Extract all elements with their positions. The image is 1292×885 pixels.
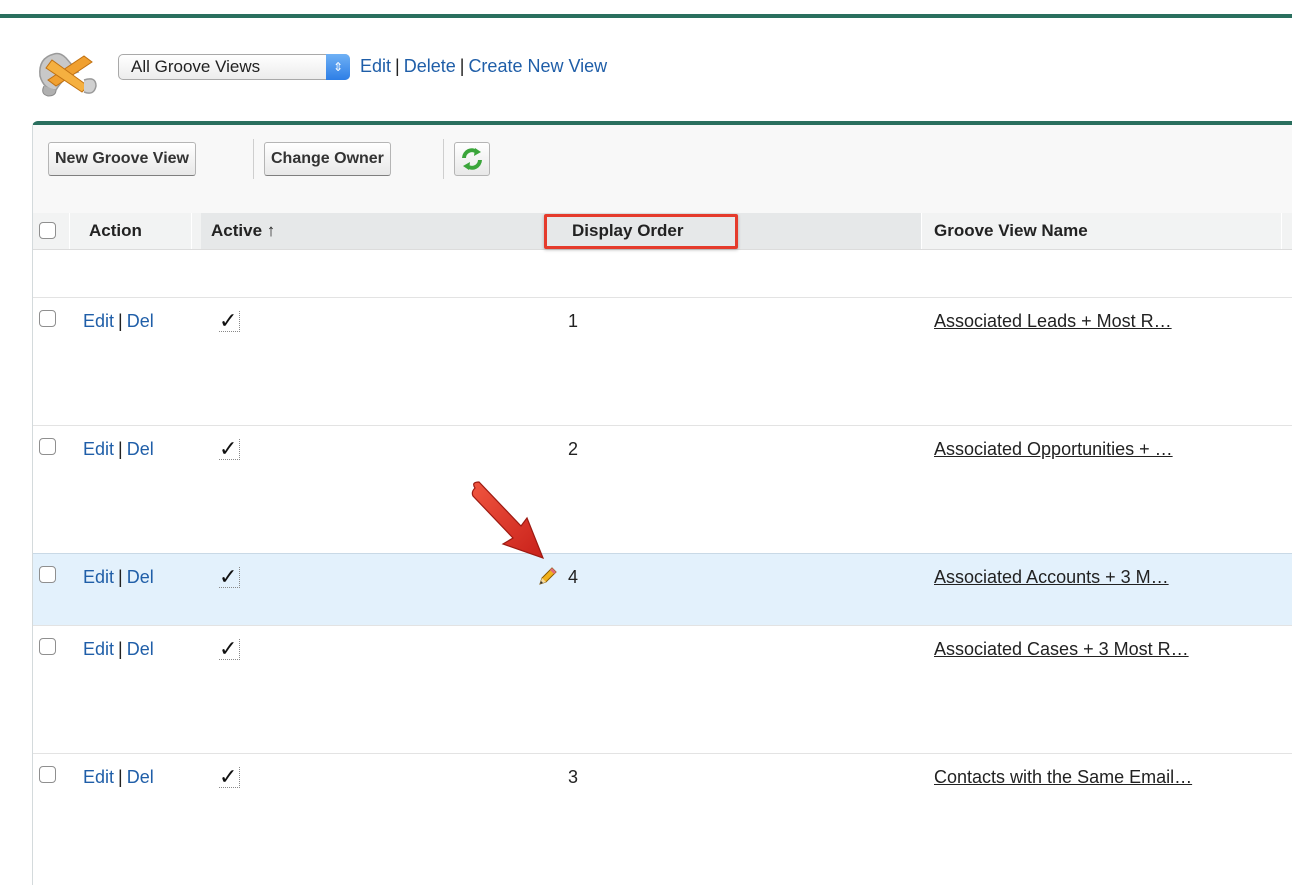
header-divider	[921, 213, 922, 249]
view-select-value: All Groove Views	[131, 57, 261, 76]
action-separator: |	[118, 639, 123, 659]
header-active[interactable]: Active ↑	[211, 213, 275, 249]
row-actions: Edit | Del	[83, 439, 154, 460]
header-divider	[1281, 213, 1282, 249]
header-divider	[191, 213, 192, 249]
button-divider	[253, 139, 254, 179]
groove-view-name-link[interactable]: Associated Cases + 3 Most R…	[934, 639, 1274, 660]
link-separator: |	[459, 56, 465, 76]
refresh-icon	[462, 148, 482, 170]
groove-view-name-link[interactable]: Associated Leads + Most R…	[934, 311, 1274, 332]
edit-view-link[interactable]: Edit	[360, 56, 391, 76]
change-owner-button[interactable]: Change Owner	[264, 142, 391, 176]
button-divider	[443, 139, 444, 179]
active-checkmark-icon: ✓	[219, 638, 240, 660]
red-arrow-icon	[471, 481, 545, 560]
pencil-icon[interactable]	[536, 566, 558, 588]
refresh-button[interactable]	[454, 142, 490, 176]
table-row: Edit | Del ✓ 2 Associated Opportunities + …	[33, 425, 1292, 553]
row-del-link[interactable]: Del	[127, 567, 154, 587]
table-row: Edit | Del ✓ 3 Contacts with the Same Emai…	[33, 753, 1292, 885]
create-new-view-link[interactable]: Create New View	[468, 56, 607, 76]
header-divider	[69, 213, 70, 249]
header-action: Action	[89, 221, 142, 240]
action-separator: |	[118, 567, 123, 587]
view-select[interactable]: All Groove Views ⇕	[118, 54, 350, 80]
row-checkbox[interactable]	[39, 638, 56, 655]
row-checkbox[interactable]	[39, 566, 56, 583]
row-actions: Edit | Del	[83, 311, 154, 332]
table-row: Edit | Del ✓ 1 Associated Leads + Most R…	[33, 297, 1292, 425]
row-edit-link[interactable]: Edit	[83, 767, 114, 787]
delete-view-link[interactable]: Delete	[404, 56, 456, 76]
new-groove-view-button[interactable]: New Groove View	[48, 142, 196, 176]
active-checkmark-icon: ✓	[219, 310, 240, 332]
display-order-value[interactable]: 4	[568, 567, 578, 588]
row-edit-link[interactable]: Edit	[83, 639, 114, 659]
row-del-link[interactable]: Del	[127, 311, 154, 331]
row-edit-link[interactable]: Edit	[83, 311, 114, 331]
action-separator: |	[118, 767, 123, 787]
groove-logo-icon	[39, 52, 97, 97]
row-checkbox[interactable]	[39, 438, 56, 455]
row-edit-link[interactable]: Edit	[83, 567, 114, 587]
active-checkmark-icon: ✓	[219, 566, 240, 588]
groove-view-name-link[interactable]: Contacts with the Same Email…	[934, 767, 1274, 788]
display-order-highlight	[544, 214, 738, 249]
list-frame: New Groove View Change Owner Action Acti…	[32, 121, 1292, 885]
table-row: Edit | Del ✓ 4 Associated Accounts + 3 M…	[33, 553, 1292, 625]
display-order-value: 3	[568, 767, 579, 787]
display-order-value: 2	[568, 439, 579, 459]
row-edit-link[interactable]: Edit	[83, 439, 114, 459]
active-checkmark-icon: ✓	[219, 766, 240, 788]
table-row: Edit | Del ✓ Associated Cases + 3 Most R…	[33, 625, 1292, 753]
row-actions: Edit | Del	[83, 567, 154, 588]
groove-view-name-link[interactable]: Associated Opportunities + …	[934, 439, 1274, 460]
button-bar: New Groove View Change Owner	[33, 125, 1292, 213]
link-separator: |	[395, 56, 400, 76]
select-all-checkbox[interactable]	[39, 222, 56, 239]
row-del-link[interactable]: Del	[127, 639, 154, 659]
action-separator: |	[118, 439, 123, 459]
header-groove-view-name[interactable]: Groove View Name	[934, 213, 1088, 249]
row-actions: Edit | Del	[83, 767, 154, 788]
row-checkbox[interactable]	[39, 310, 56, 327]
groove-view-name-link[interactable]: Associated Accounts + 3 M…	[934, 567, 1274, 588]
row-del-link[interactable]: Del	[127, 767, 154, 787]
display-order-value: 1	[568, 311, 579, 331]
action-separator: |	[118, 311, 123, 331]
active-checkmark-icon: ✓	[219, 438, 240, 460]
top-rule	[0, 14, 1292, 18]
view-links: Edit | Delete | Create New View	[360, 56, 607, 77]
row-del-link[interactable]: Del	[127, 439, 154, 459]
row-actions: Edit | Del	[83, 639, 154, 660]
select-arrows-icon: ⇕	[326, 54, 350, 80]
row-checkbox[interactable]	[39, 766, 56, 783]
